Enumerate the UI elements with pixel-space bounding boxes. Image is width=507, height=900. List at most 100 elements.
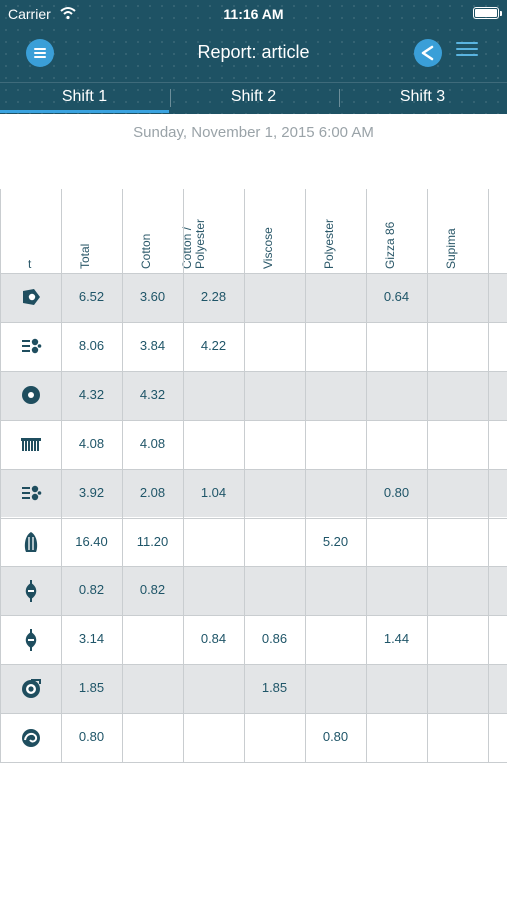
table-cell	[427, 322, 488, 371]
table-cell	[244, 566, 305, 615]
battery-icon	[473, 7, 502, 19]
table-cell	[183, 664, 244, 713]
draw-frame-icon	[20, 531, 42, 553]
column-header: Cotton	[122, 189, 183, 273]
grid-line	[0, 762, 507, 763]
table-cell: 3.84	[139, 337, 166, 353]
blowroom-icon	[20, 335, 42, 357]
table-cell: 0.84	[200, 631, 227, 647]
table-cell	[122, 713, 183, 762]
table-cell: 2.28	[200, 289, 227, 304]
table-cell: 3.60	[139, 289, 166, 304]
table-cell	[305, 420, 366, 469]
grid-line	[0, 713, 507, 715]
column-header-label: Polyester	[322, 218, 336, 269]
table-cell	[244, 273, 305, 322]
table-cell	[305, 273, 366, 322]
roving-bobbin-icon	[20, 579, 42, 602]
table-cell	[183, 518, 244, 567]
table-cell: 11.20	[136, 533, 169, 549]
table-cell: 4.32	[78, 386, 105, 402]
table-cell	[305, 371, 366, 420]
table-cell	[305, 469, 366, 518]
tab-shift-1[interactable]: Shift 1	[0, 83, 169, 113]
table-cell: 3.92	[78, 484, 105, 500]
column-header-line: Polyester	[322, 218, 336, 269]
grid-line	[0, 273, 507, 274]
bale-opener-icon	[20, 286, 42, 308]
table-cell: 1.85	[78, 680, 105, 696]
column-header-line: Total	[78, 243, 92, 269]
grid-line	[61, 189, 62, 762]
table-cell	[366, 371, 427, 420]
table-cell: 0.80	[383, 484, 410, 500]
grid-line	[0, 664, 507, 666]
column-header-line: Supima	[444, 228, 458, 269]
grid-line	[0, 468, 507, 470]
grid-line	[427, 189, 428, 762]
column-header-label: Total	[78, 243, 92, 269]
nav-bar: Report: article	[0, 28, 507, 78]
tab-shift-2[interactable]: Shift 2	[169, 83, 338, 113]
grid-line	[0, 615, 507, 617]
column-header: Viscose	[244, 189, 305, 273]
table-cell: 8.06	[78, 337, 105, 353]
table-cell	[366, 420, 427, 469]
table-cell: 16.40	[75, 533, 108, 549]
table-cell: 1.85	[261, 680, 288, 696]
table-cell	[122, 615, 183, 664]
share-button[interactable]	[414, 39, 442, 67]
table-cell: 4.32	[139, 386, 166, 402]
column-header: Supima	[427, 189, 488, 273]
tab-shift-3[interactable]: Shift 3	[338, 83, 507, 113]
comber-icon	[20, 433, 42, 455]
table-cell	[183, 566, 244, 615]
table-cell	[305, 615, 366, 664]
table-cell	[305, 566, 366, 615]
share-icon	[421, 45, 434, 61]
table-cell	[244, 420, 305, 469]
table-cell	[244, 371, 305, 420]
table-cell	[366, 518, 427, 567]
table-cell	[244, 322, 305, 371]
list-icon[interactable]	[456, 42, 478, 58]
report-date: Sunday, November 1, 2015 6:00 AM	[133, 124, 374, 141]
column-header: Gizza 86	[366, 189, 427, 273]
column-header-line: Gizza 86	[383, 221, 397, 269]
table-cell: 6.52	[78, 289, 105, 304]
grid-line	[0, 189, 1, 762]
table-cell: 3.14	[78, 631, 105, 647]
grid-line	[366, 189, 367, 762]
status-bar: Carrier 11:16 AM	[0, 0, 507, 28]
column-header-label: Viscose	[261, 227, 275, 269]
table-cell	[305, 664, 366, 713]
table-cell: 4.08	[139, 435, 166, 451]
table-cell	[366, 566, 427, 615]
table-cell	[427, 615, 488, 664]
column-header: Total	[61, 189, 122, 273]
table-cell	[427, 713, 488, 762]
grid-line	[122, 189, 123, 762]
table-cell: 4.22	[200, 337, 227, 353]
blowroom-icon	[20, 482, 42, 504]
grid-line	[488, 189, 489, 762]
table-cell	[427, 273, 488, 322]
app-header: Carrier 11:16 AM Report: article Shift 1…	[0, 0, 507, 114]
column-header-label: Gizza 86	[383, 221, 397, 269]
table-cell: 2.08	[139, 484, 166, 500]
table-cell	[244, 518, 305, 567]
column-header-label: Cotton / Polyester	[180, 219, 207, 269]
table-cell	[427, 371, 488, 420]
table-cell	[122, 664, 183, 713]
column-header-line: Viscose	[261, 227, 275, 269]
grid-line	[0, 517, 507, 519]
table-cell	[183, 371, 244, 420]
grid-line	[0, 321, 507, 323]
table-cell	[366, 713, 427, 762]
table-cell	[244, 713, 305, 762]
tab-bar: Shift 1 Shift 2 Shift 3	[0, 82, 507, 115]
table-cell	[427, 420, 488, 469]
winding-icon	[20, 727, 42, 749]
table-cell	[427, 469, 488, 518]
roving-bobbin-icon	[20, 628, 42, 651]
